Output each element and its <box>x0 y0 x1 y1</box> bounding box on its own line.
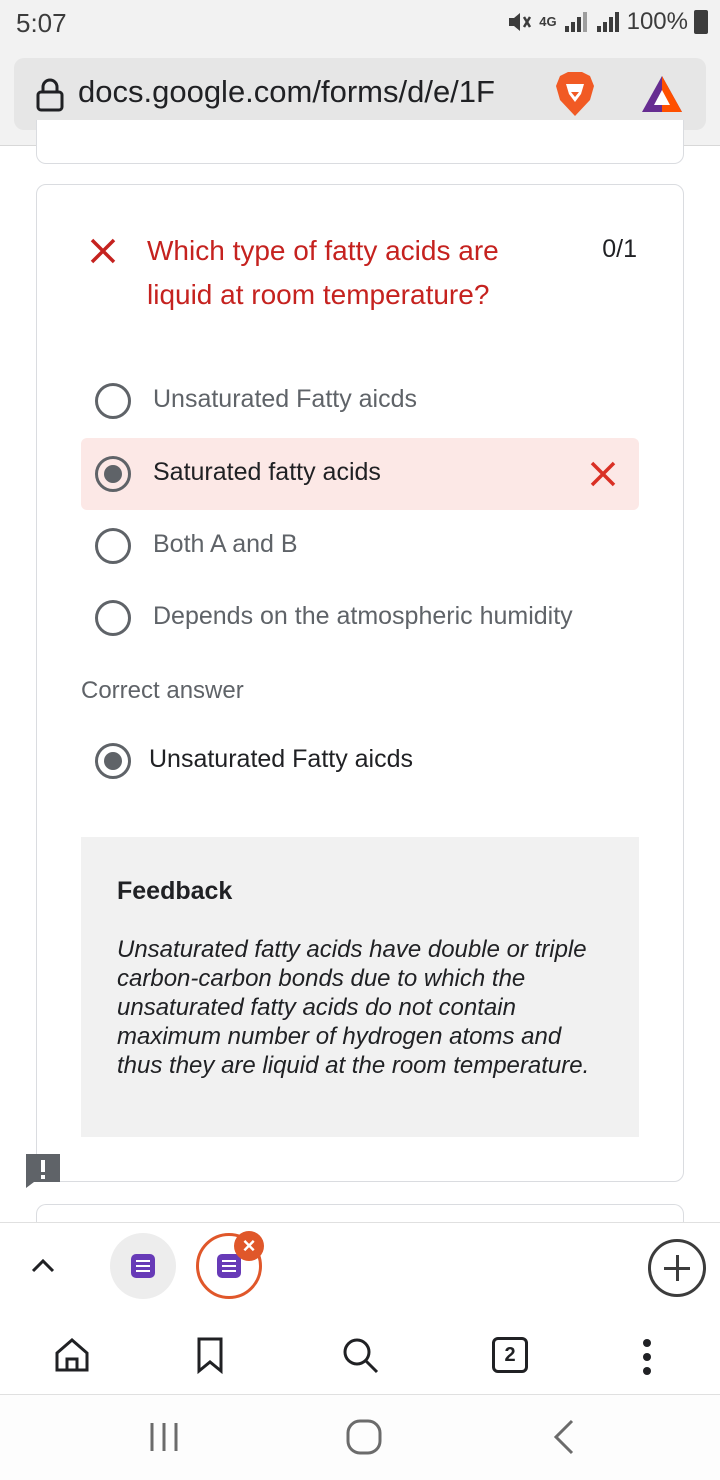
option-label: Depends on the atmospheric humidity <box>153 602 573 630</box>
correct-answer-label: Unsaturated Fatty aicds <box>149 745 414 773</box>
close-tab-icon[interactable]: × <box>234 1231 264 1261</box>
back-icon[interactable] <box>546 1417 586 1457</box>
browser-bottom-toolbar: × 2 <box>0 1222 720 1394</box>
correct-answer-heading: Correct answer <box>81 677 244 704</box>
battery-percent: 100% <box>626 8 688 35</box>
radio-button[interactable] <box>95 600 131 636</box>
battery-icon <box>694 10 708 34</box>
feedback-title: Feedback <box>117 877 233 905</box>
bookmark-icon[interactable] <box>190 1335 230 1375</box>
google-forms-icon <box>131 1254 155 1278</box>
option-label: Both A and B <box>153 530 298 558</box>
lock-icon[interactable] <box>36 78 64 112</box>
recent-apps-icon[interactable] <box>144 1417 184 1457</box>
system-navigation-bar <box>0 1394 720 1480</box>
signal-icon <box>564 12 587 32</box>
previous-question-card <box>36 120 684 164</box>
new-tab-icon[interactable] <box>648 1239 706 1297</box>
question-score: 0/1 <box>602 235 637 263</box>
radio-button[interactable] <box>95 383 131 419</box>
radio-button-selected <box>95 743 131 779</box>
tab-count-button[interactable]: 2 <box>492 1337 528 1373</box>
feedback-text: Unsaturated fatty acids have double or t… <box>117 936 590 1079</box>
status-time: 5:07 <box>16 8 67 38</box>
url-text[interactable]: docs.google.com/forms/d/e/1F <box>78 74 548 110</box>
home-button-icon[interactable] <box>344 1417 384 1457</box>
status-icons: 4G 100% <box>505 8 708 36</box>
network-type: 4G <box>539 14 557 29</box>
wrong-answer-icon <box>590 461 616 487</box>
radio-button[interactable] <box>95 528 131 564</box>
google-forms-icon <box>217 1254 241 1278</box>
option-both[interactable]: Both A and B <box>81 510 639 582</box>
brave-shields-icon[interactable] <box>554 70 596 118</box>
radio-button-selected[interactable] <box>95 456 131 492</box>
report-problem-icon[interactable] <box>24 1152 62 1190</box>
tab-forms-1[interactable] <box>110 1233 176 1299</box>
status-bar: 5:07 4G 100% <box>0 0 720 46</box>
question-card: Which type of fatty acids are liquid at … <box>36 184 684 1182</box>
home-icon[interactable] <box>52 1335 92 1375</box>
feedback-box: Feedback Unsaturated fatty acids have do… <box>81 837 639 1137</box>
option-label: Unsaturated Fatty aicds <box>153 385 418 413</box>
incorrect-icon <box>90 238 116 264</box>
chevron-up-icon[interactable] <box>28 1251 58 1281</box>
mute-vibrate-icon <box>509 13 532 31</box>
question-title: Which type of fatty acids are liquid at … <box>147 235 499 310</box>
correct-answer-option: Unsaturated Fatty aicds <box>81 725 639 797</box>
option-unsaturated[interactable]: Unsaturated Fatty aicds <box>81 365 639 437</box>
brave-rewards-icon[interactable] <box>640 74 684 114</box>
browser-nav-row: 2 <box>0 1327 720 1387</box>
search-icon[interactable] <box>340 1335 380 1375</box>
option-saturated-selected[interactable]: Saturated fatty acids <box>81 438 639 510</box>
more-menu-icon[interactable] <box>640 1337 654 1377</box>
option-label: Saturated fatty acids <box>153 458 381 486</box>
signal-icon-2 <box>596 12 619 32</box>
option-humidity[interactable]: Depends on the atmospheric humidity <box>81 582 639 654</box>
